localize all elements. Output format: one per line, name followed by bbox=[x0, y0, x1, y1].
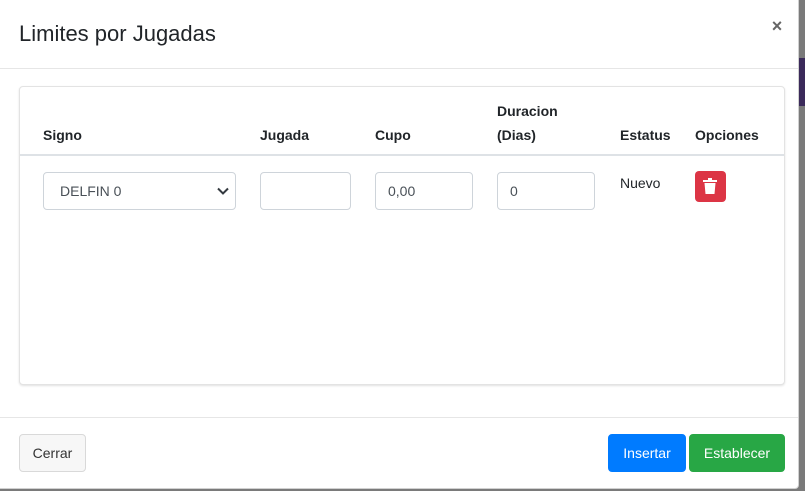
header-duracion: Duracion bbox=[497, 103, 558, 119]
table-header: Signo Jugada Cupo Duracion (Dias) Estatu… bbox=[20, 87, 784, 156]
header-estatus: Estatus bbox=[620, 127, 671, 143]
modal-title: Limites por Jugadas bbox=[19, 21, 216, 46]
page-backdrop bbox=[799, 58, 805, 106]
cupo-input[interactable]: 0,00 bbox=[375, 172, 473, 210]
insertar-button[interactable]: Insertar bbox=[608, 434, 686, 472]
modal-body: Signo Jugada Cupo Duracion (Dias) Estatu… bbox=[0, 69, 798, 417]
modal-header: Limites por Jugadas × bbox=[0, 0, 798, 69]
header-duracion-unit: (Dias) bbox=[497, 127, 536, 143]
delete-button[interactable] bbox=[695, 171, 726, 202]
jugada-input[interactable] bbox=[260, 172, 351, 210]
limits-modal: Limites por Jugadas × Signo Jugada Cupo … bbox=[0, 0, 799, 489]
signo-select[interactable]: DELFIN 0 bbox=[43, 172, 236, 210]
cerrar-button[interactable]: Cerrar bbox=[19, 434, 86, 472]
establecer-button[interactable]: Establecer bbox=[689, 434, 785, 472]
status-text: Nuevo bbox=[620, 175, 661, 191]
signo-select-value: DELFIN 0 bbox=[60, 183, 122, 199]
chevron-down-icon bbox=[217, 187, 229, 195]
close-icon[interactable]: × bbox=[770, 16, 784, 36]
header-opciones: Opciones bbox=[695, 127, 759, 143]
header-jugada: Jugada bbox=[260, 127, 310, 143]
header-cupo: Cupo bbox=[375, 127, 411, 143]
limits-table-card: Signo Jugada Cupo Duracion (Dias) Estatu… bbox=[19, 86, 785, 385]
trash-icon bbox=[703, 178, 717, 194]
header-signo: Signo bbox=[43, 127, 82, 143]
modal-footer: Cerrar Insertar Establecer bbox=[0, 417, 798, 489]
duracion-input[interactable]: 0 bbox=[497, 172, 595, 210]
